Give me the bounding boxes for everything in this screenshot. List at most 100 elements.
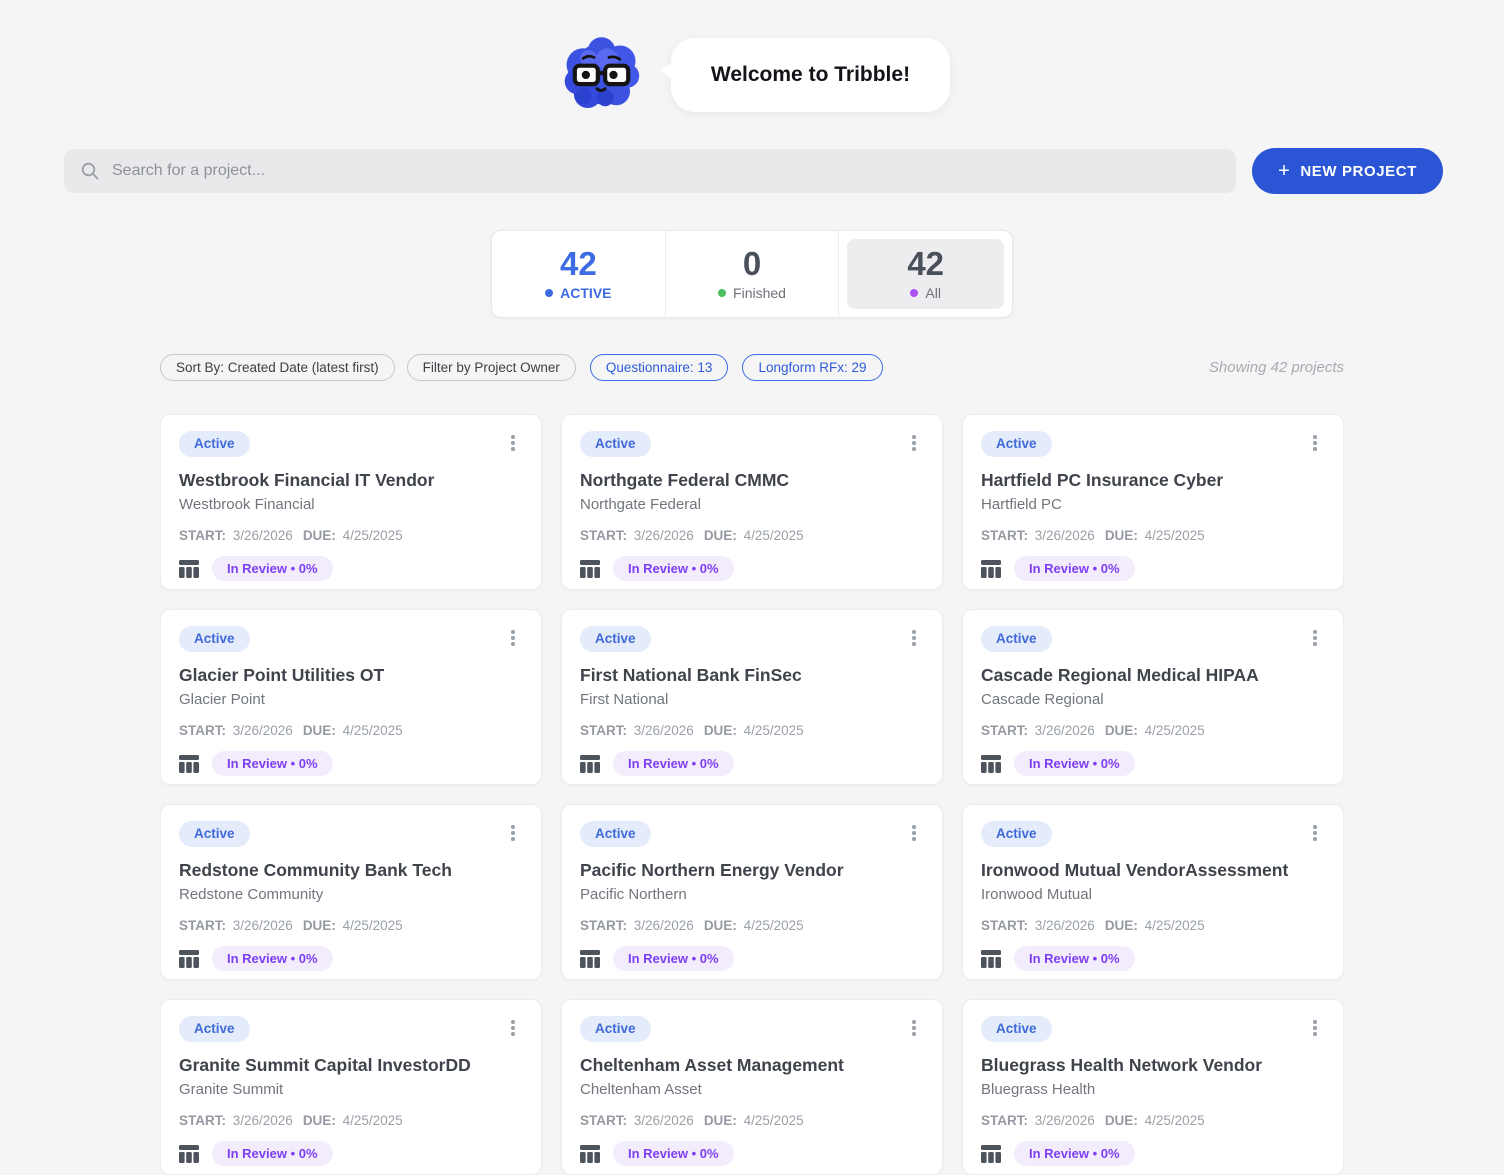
status-badge: Active <box>981 626 1052 653</box>
stat-finished-label: Finished <box>718 285 786 301</box>
start-label: START: <box>580 1113 627 1129</box>
project-title: Ironwood Mutual VendorAssessment <box>981 860 1289 881</box>
project-company: Cheltenham Asset <box>580 1081 702 1099</box>
start-date: 3/26/2026 <box>229 723 293 739</box>
sort-by-chip[interactable]: Sort By: Created Date (latest first) <box>160 354 395 381</box>
start-date: 3/26/2026 <box>1031 918 1095 934</box>
start-label: START: <box>981 1113 1028 1129</box>
project-title: Cheltenham Asset Management <box>580 1055 844 1076</box>
due-date: 4/25/2025 <box>338 723 403 739</box>
start-date: 3/26/2026 <box>229 528 293 544</box>
kebab-menu-icon[interactable] <box>904 628 924 648</box>
start-date: 3/26/2026 <box>630 528 694 544</box>
project-card[interactable]: Active Cascade Regional Medical HIPAA Ca… <box>962 609 1344 785</box>
project-title: Northgate Federal CMMC <box>580 470 790 491</box>
search-field-wrap <box>64 149 1237 193</box>
kebab-menu-icon[interactable] <box>503 823 523 843</box>
stat-finished[interactable]: 0 Finished <box>664 231 839 317</box>
project-card[interactable]: Active Granite Summit Capital InvestorDD… <box>160 999 542 1175</box>
table-icon <box>580 559 600 578</box>
kebab-menu-icon[interactable] <box>904 433 924 453</box>
all-dot-icon <box>910 288 919 297</box>
new-project-button[interactable]: + NEW PROJECT <box>1252 148 1443 194</box>
project-dates: START: 3/26/2026 DUE: 4/25/2025 <box>179 918 523 933</box>
kebab-menu-icon[interactable] <box>1305 628 1325 648</box>
project-card[interactable]: Active Bluegrass Health Network Vendor B… <box>962 999 1344 1175</box>
project-dates: START: 3/26/2026 DUE: 4/25/2025 <box>179 1113 523 1128</box>
kebab-menu-icon[interactable] <box>904 1018 924 1038</box>
review-status-pill: In Review • 0% <box>613 751 734 777</box>
status-badge: Active <box>580 626 651 653</box>
project-company: Westbrook Financial <box>179 496 315 514</box>
due-date: 4/25/2025 <box>739 918 804 934</box>
tribble-mascot-icon <box>564 37 640 109</box>
review-status-pill: In Review • 0% <box>1014 946 1135 972</box>
search-input[interactable] <box>64 149 1237 193</box>
status-badge: Active <box>580 1016 651 1043</box>
project-card[interactable]: Active Redstone Community Bank Tech Reds… <box>160 804 542 980</box>
project-card[interactable]: Active Hartfield PC Insurance Cyber Hart… <box>962 414 1344 590</box>
longform-rfx-chip[interactable]: Longform RFx: 29 <box>742 354 883 381</box>
status-badge: Active <box>580 821 651 848</box>
project-card[interactable]: Active Westbrook Financial IT Vendor Wes… <box>160 414 542 590</box>
due-date: 4/25/2025 <box>739 723 804 739</box>
stat-active[interactable]: 42 ACTIVE <box>492 231 665 317</box>
stats-card: 42 ACTIVE 0 Finished 42 All <box>491 230 1013 318</box>
project-title: Pacific Northern Energy Vendor <box>580 860 844 881</box>
kebab-menu-icon[interactable] <box>1305 823 1325 843</box>
table-icon <box>179 559 199 578</box>
start-date: 3/26/2026 <box>630 723 694 739</box>
status-badge: Active <box>179 431 250 458</box>
due-date: 4/25/2025 <box>1140 723 1205 739</box>
questionnaire-chip[interactable]: Questionnaire: 13 <box>589 354 729 381</box>
start-date: 3/26/2026 <box>229 918 293 934</box>
project-card[interactable]: Active Cheltenham Asset Management Chelt… <box>561 999 943 1175</box>
review-status-pill: In Review • 0% <box>613 946 734 972</box>
start-label: START: <box>179 528 226 544</box>
project-card[interactable]: Active First National Bank FinSec First … <box>561 609 943 785</box>
kebab-menu-icon[interactable] <box>503 628 523 648</box>
project-dates: START: 3/26/2026 DUE: 4/25/2025 <box>981 528 1325 543</box>
filter-owner-chip[interactable]: Filter by Project Owner <box>406 354 576 381</box>
project-title: Granite Summit Capital InvestorDD <box>179 1055 471 1076</box>
start-label: START: <box>179 918 226 934</box>
due-label: DUE: <box>1104 1113 1138 1129</box>
kebab-menu-icon[interactable] <box>904 823 924 843</box>
project-dates: START: 3/26/2026 DUE: 4/25/2025 <box>981 1113 1325 1128</box>
stat-all[interactable]: 42 All <box>838 231 1012 317</box>
project-dates: START: 3/26/2026 DUE: 4/25/2025 <box>580 528 924 543</box>
start-date: 3/26/2026 <box>630 1113 694 1129</box>
review-status-pill: In Review • 0% <box>1014 751 1135 777</box>
start-date: 3/26/2026 <box>1031 528 1095 544</box>
finished-dot-icon <box>718 288 727 297</box>
due-label: DUE: <box>703 918 737 934</box>
filter-row: Sort By: Created Date (latest first) Fil… <box>160 354 1344 381</box>
kebab-menu-icon[interactable] <box>1305 433 1325 453</box>
due-label: DUE: <box>703 1113 737 1129</box>
welcome-bubble: Welcome to Tribble! <box>659 38 951 112</box>
status-badge: Active <box>580 431 651 458</box>
showing-count-text: Showing 42 projects <box>1208 359 1344 376</box>
start-label: START: <box>179 723 226 739</box>
project-company: Hartfield PC <box>981 496 1062 514</box>
welcome-text: Welcome to Tribble! <box>710 63 911 86</box>
stat-active-value: 42 <box>559 245 597 283</box>
stat-active-label: ACTIVE <box>545 285 612 301</box>
project-card[interactable]: Active Glacier Point Utilities OT Glacie… <box>160 609 542 785</box>
table-icon <box>179 949 199 968</box>
kebab-menu-icon[interactable] <box>503 1018 523 1038</box>
project-card[interactable]: Active Pacific Northern Energy Vendor Pa… <box>561 804 943 980</box>
kebab-menu-icon[interactable] <box>503 433 523 453</box>
project-card[interactable]: Active Northgate Federal CMMC Northgate … <box>561 414 943 590</box>
table-icon <box>179 1144 199 1163</box>
project-card[interactable]: Active Ironwood Mutual VendorAssessment … <box>962 804 1344 980</box>
status-badge: Active <box>981 1016 1052 1043</box>
status-badge: Active <box>179 821 250 848</box>
project-company: Pacific Northern <box>580 886 687 904</box>
active-dot-icon <box>545 288 554 297</box>
kebab-menu-icon[interactable] <box>1305 1018 1325 1038</box>
project-grid: Active Westbrook Financial IT Vendor Wes… <box>160 414 1344 1175</box>
stat-all-label: All <box>910 285 941 301</box>
review-status-pill: In Review • 0% <box>1014 1141 1135 1167</box>
project-title: Hartfield PC Insurance Cyber <box>981 470 1224 491</box>
